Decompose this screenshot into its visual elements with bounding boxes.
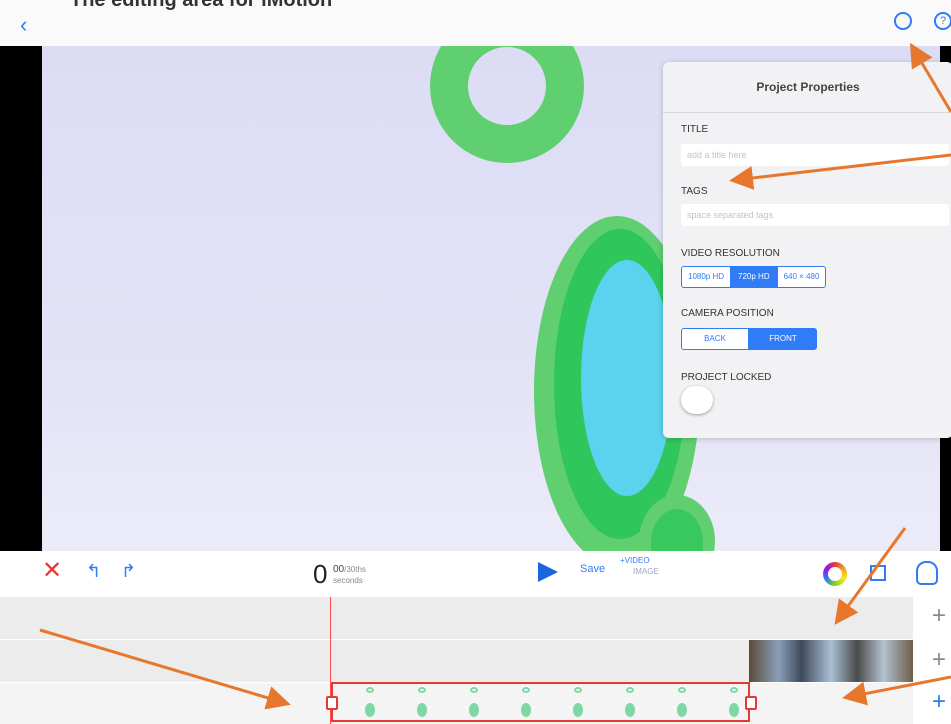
arrow-to-settings <box>909 42 951 113</box>
arrow-to-clip <box>842 675 951 706</box>
arrow-to-video-track <box>834 527 907 625</box>
annotation-arrows <box>39 42 951 710</box>
arrow-to-selection <box>39 628 291 710</box>
arrow-to-panel <box>729 153 951 190</box>
